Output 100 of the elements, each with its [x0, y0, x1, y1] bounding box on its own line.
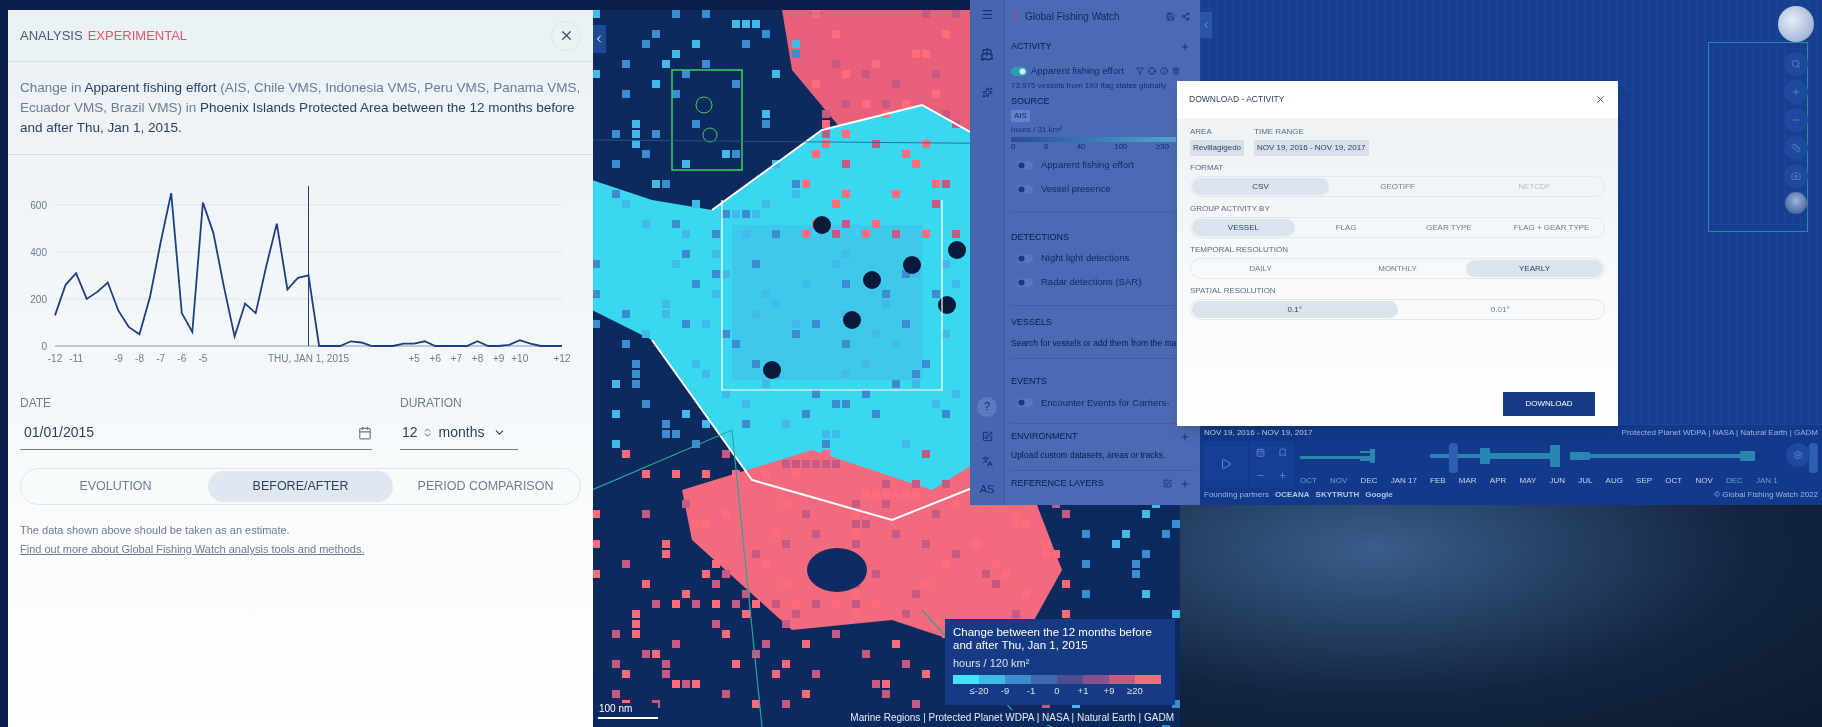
- map-attribution: Protected Planet WDPA | NASA | Natural Earth | GADM: [1621, 427, 1818, 439]
- scale-label: 100 nm: [598, 703, 658, 715]
- option-button[interactable]: MONTHLY: [1329, 260, 1466, 277]
- option-button[interactable]: CSV: [1192, 178, 1329, 195]
- target-icon[interactable]: [1147, 67, 1156, 75]
- range-handle[interactable]: [1809, 443, 1818, 473]
- add-icon[interactable]: [1180, 478, 1190, 489]
- sparkle-icon[interactable]: [981, 87, 993, 98]
- add-icon[interactable]: [1180, 42, 1190, 52]
- zoom-in-button[interactable]: [1784, 80, 1808, 104]
- section-title: EVENTS: [1011, 375, 1047, 386]
- axis-label: -12: [47, 353, 63, 364]
- learn-more-link[interactable]: Find out more about Global Fishing Watch analysis tools and methods.: [20, 543, 365, 555]
- chevron-left-icon: [1201, 20, 1211, 30]
- option-button[interactable]: GEAR TYPE: [1397, 219, 1501, 236]
- source-tag: AIS: [1011, 109, 1030, 122]
- section-hint: Search for vessels or add them from the ma: [1011, 337, 1178, 350]
- month-label: FEB: [1430, 475, 1446, 487]
- layer-switch[interactable]: [1011, 66, 1027, 76]
- layer-switch[interactable]: [1017, 278, 1033, 287]
- language-icon[interactable]: [981, 455, 993, 467]
- option-button[interactable]: VESSEL: [1192, 219, 1295, 236]
- layer-label: Night light detections: [1041, 251, 1130, 266]
- unit-select[interactable]: months: [438, 422, 506, 443]
- search-button[interactable]: [1784, 52, 1808, 76]
- section-title: VESSELS: [1011, 315, 1054, 329]
- layer-switch[interactable]: [1017, 254, 1033, 263]
- month-label: NOV: [1330, 475, 1348, 487]
- legend-label: -1: [1025, 683, 1037, 698]
- edit-icon[interactable]: [1163, 478, 1172, 488]
- settings-icon: [1793, 450, 1803, 460]
- mode-tab[interactable]: BEFORE/AFTER: [208, 471, 393, 502]
- settings-button[interactable]: [1786, 443, 1810, 467]
- info-icon[interactable]: [1159, 67, 1168, 75]
- axis-label: -9: [113, 353, 123, 364]
- globe-icon[interactable]: [1778, 6, 1814, 42]
- field-label: GROUP ACTIVITY BY: [1190, 203, 1271, 215]
- share-icon[interactable]: [1181, 11, 1190, 21]
- basemap-button[interactable]: [1785, 192, 1807, 214]
- map-attribution: Marine Regions | Protected Planet WDPA | NASA | Natural Earth | GADM: [848, 710, 1176, 725]
- layer-switch[interactable]: [1017, 185, 1033, 194]
- option-button[interactable]: DAILY: [1192, 260, 1329, 277]
- legend-label: +1: [1076, 683, 1090, 698]
- mode-tab[interactable]: PERIOD COMPARISON: [393, 471, 578, 502]
- axis-label: +12: [553, 353, 570, 364]
- month-label: DEC: [1725, 475, 1743, 487]
- add-icon[interactable]: [1180, 431, 1190, 442]
- ruler-icon: [1791, 143, 1801, 153]
- camera-button[interactable]: [1784, 164, 1808, 188]
- date-field[interactable]: 01/01/2015: [20, 422, 372, 450]
- menu-icon[interactable]: [980, 8, 994, 21]
- month-label: JAN 17: [1390, 475, 1417, 487]
- brand-name: Global Fishing Watch: [1025, 9, 1120, 24]
- ship-icon[interactable]: [980, 47, 994, 61]
- option-button[interactable]: 0.1°: [1192, 301, 1398, 318]
- mode-tab[interactable]: EVOLUTION: [23, 471, 208, 502]
- month-label: JUL: [1578, 475, 1593, 487]
- axis-label: -7: [156, 353, 166, 364]
- axis-label: +8: [471, 353, 484, 364]
- month-label: APR: [1489, 475, 1507, 487]
- duration-field[interactable]: 12: [400, 422, 433, 443]
- field-label: TEMPORAL RESOLUTION: [1190, 244, 1289, 256]
- close-icon[interactable]: [1595, 94, 1606, 105]
- download-button[interactable]: DOWNLOAD: [1503, 392, 1595, 416]
- ruler-button[interactable]: [1784, 136, 1808, 160]
- scale-label: 40: [1076, 141, 1086, 152]
- layer-switch[interactable]: [1017, 398, 1033, 408]
- month-label: NOV: [1695, 475, 1713, 487]
- option-button[interactable]: GEOTIFF: [1329, 178, 1466, 195]
- search-icon: [1791, 59, 1801, 69]
- bookmark-icon[interactable]: [1278, 448, 1288, 457]
- field-label: DATE: [20, 395, 53, 412]
- filter-icon[interactable]: [1135, 67, 1144, 75]
- layer-switch[interactable]: [1017, 161, 1033, 170]
- delete-icon[interactable]: [1171, 67, 1180, 75]
- month-label: MAY: [1519, 475, 1537, 487]
- calendar-icon[interactable]: [1255, 448, 1265, 457]
- field-label: DURATION: [400, 395, 463, 412]
- axis-label: 600: [30, 199, 47, 211]
- zoom-in-icon[interactable]: [1278, 471, 1288, 480]
- field-label: SPATIAL RESOLUTION: [1190, 285, 1277, 297]
- plus-icon: [1791, 87, 1801, 97]
- play-icon: [1220, 458, 1232, 470]
- range-handle[interactable]: [1449, 443, 1458, 473]
- save-icon[interactable]: [1166, 11, 1175, 21]
- option-button[interactable]: YEARLY: [1466, 260, 1603, 277]
- legend-label: -9: [999, 683, 1011, 698]
- option-button[interactable]: 0.01°: [1397, 301, 1603, 318]
- layer-label: Vessel presence: [1041, 182, 1111, 197]
- user-initials[interactable]: AS: [979, 480, 995, 497]
- help-button[interactable]: ?: [977, 396, 997, 417]
- partners-label: Founding partners: [1204, 489, 1269, 501]
- month-label: AUG: [1605, 475, 1623, 487]
- dialog-title: DOWNLOAD - ACTIVITY: [1189, 93, 1285, 106]
- section-title: ENVIRONMENT: [1011, 429, 1078, 443]
- option-button[interactable]: FLAG + GEAR TYPE: [1500, 219, 1603, 236]
- option-button[interactable]: FLAG: [1294, 219, 1398, 236]
- axis-label: +9: [492, 353, 505, 364]
- zoom-out-button[interactable]: [1784, 108, 1808, 132]
- feedback-icon[interactable]: [981, 430, 993, 442]
